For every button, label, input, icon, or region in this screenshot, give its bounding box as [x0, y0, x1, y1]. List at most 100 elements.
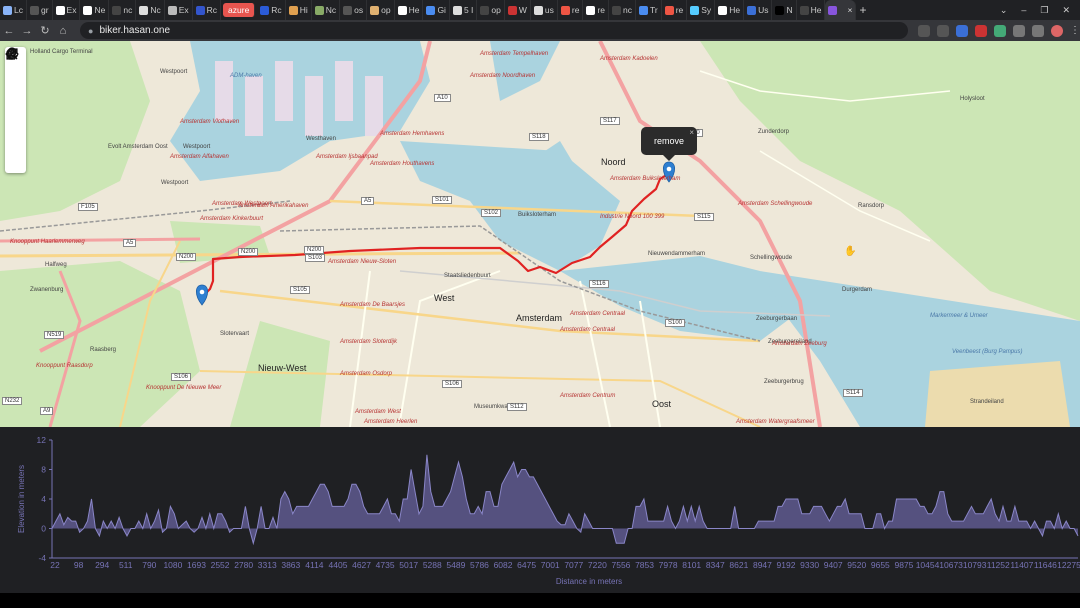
browser-tab[interactable]: os — [340, 0, 368, 20]
browser-tab[interactable]: Rc — [193, 0, 222, 20]
extension-shield-icon[interactable] — [956, 24, 968, 37]
expand-button[interactable] — [5, 48, 26, 131]
browser-tab[interactable]: Sy — [687, 0, 716, 20]
new-tab-button[interactable]: + — [856, 0, 869, 20]
browser-tab[interactable]: op — [477, 0, 505, 20]
tab-favicon-icon — [397, 5, 407, 15]
browser-tab[interactable]: Ne — [80, 0, 110, 20]
browser-tab[interactable]: Us — [744, 0, 773, 20]
popup-close-button[interactable]: × — [689, 128, 694, 137]
x-tick-label: 9520 — [847, 560, 866, 570]
back-icon[interactable]: ← — [0, 25, 18, 37]
browser-tab[interactable]: re — [583, 0, 609, 20]
x-tick-label: 10454 — [916, 560, 940, 570]
chevron-down-icon[interactable]: ⌄ — [1000, 5, 1008, 16]
browser-tab[interactable]: azure — [223, 3, 256, 17]
restore-icon[interactable]: ❐ — [1040, 5, 1048, 16]
road-number-shield: S115 — [694, 213, 714, 221]
profile-avatar[interactable] — [1051, 24, 1063, 37]
site-info-icon[interactable]: ● — [88, 26, 93, 36]
trash-button[interactable] — [5, 48, 26, 152]
map-place-label: Veenbeest (Burg Pampus) — [952, 349, 1023, 355]
extension-ublock-icon[interactable] — [975, 24, 987, 37]
tab-close-icon[interactable]: × — [847, 5, 852, 15]
map-place-label: Raasberg — [90, 347, 117, 353]
tab-title: op — [491, 5, 501, 15]
browser-tab[interactable]: He — [797, 0, 826, 20]
browser-tab[interactable]: He — [715, 0, 745, 20]
x-tick-label: 3313 — [258, 560, 277, 570]
x-tick-label: 6475 — [517, 560, 536, 570]
tab-title: He — [810, 5, 822, 15]
minimize-icon[interactable]: – — [1021, 5, 1026, 16]
browser-tab[interactable]: op — [367, 0, 395, 20]
map-view[interactable]: Holland Cargo Terminal Westpoort ADM-haven… — [0, 41, 1080, 427]
browser-tab[interactable]: Ex — [165, 0, 193, 20]
reload-icon[interactable]: ↻ — [36, 24, 54, 37]
browser-tab[interactable]: nc — [109, 0, 137, 20]
elevation-line — [51, 454, 1079, 546]
tab-title: os — [354, 5, 364, 15]
address-bar[interactable]: ● biker.hasan.one — [80, 22, 908, 39]
road-number-shield: S101 — [432, 196, 453, 204]
map-place-label: Knooppunt Raasdorp — [36, 363, 93, 369]
remove-waypoint-button[interactable]: remove — [654, 136, 684, 146]
tab-title: Ex — [66, 5, 77, 15]
road-number-shield: N200 — [176, 253, 197, 261]
home-icon[interactable]: ⌂ — [54, 25, 72, 37]
browser-tab[interactable]: Gi — [423, 0, 450, 20]
tab-favicon-icon — [452, 5, 462, 15]
browser-tab[interactable]: nc — [609, 0, 636, 20]
side-panel-icon[interactable] — [1032, 24, 1044, 37]
x-tick-label: 22 — [50, 560, 60, 570]
tab-title: op — [381, 5, 391, 15]
browser-tab[interactable]: Rc — [257, 0, 286, 20]
y-tick-label: -4 — [38, 553, 46, 563]
eye-off-button[interactable] — [5, 48, 26, 173]
search-button[interactable] — [5, 48, 26, 110]
browser-tab[interactable]: re — [558, 0, 584, 20]
menu-kebab-icon[interactable]: ⋮ — [1070, 25, 1080, 37]
browser-tab[interactable]: Lc — [0, 0, 27, 20]
browser-tab[interactable]: Hi — [286, 0, 312, 20]
map-place-label: Slotervaart — [220, 331, 250, 337]
extension-green-icon[interactable] — [994, 24, 1006, 37]
road-number-shield: A9 — [40, 407, 54, 415]
y-tick-label: 0 — [41, 524, 46, 534]
browser-tab[interactable]: × — [825, 0, 857, 20]
browser-tab[interactable]: Tr — [636, 0, 662, 20]
x-tick-label: 9330 — [800, 560, 819, 570]
map-place-label: Nieuwendammerham — [648, 251, 706, 257]
road-number-shield: S106 — [442, 380, 463, 388]
share-icon[interactable] — [918, 24, 930, 37]
road-number-shield: S118 — [529, 133, 549, 141]
browser-tab[interactable]: Ex — [53, 0, 81, 20]
browser-tab[interactable]: re — [662, 0, 688, 20]
map-place-label: Amsterdam Buiksloterham — [610, 176, 681, 182]
browser-tab[interactable]: N — [772, 0, 797, 20]
map-place-label: Amsterdam De Baarsjes — [340, 302, 406, 308]
bookmark-star-icon[interactable] — [937, 24, 949, 37]
map-place-label: Nieuw-West — [258, 363, 307, 373]
tab-favicon-icon — [586, 5, 596, 15]
browser-tab[interactable]: us — [531, 0, 558, 20]
browser-tab[interactable]: 5 I — [450, 0, 478, 20]
extensions-puzzle-icon[interactable] — [1013, 24, 1025, 37]
tab-title: Nc — [150, 5, 161, 15]
browser-tab[interactable]: Nc — [312, 0, 341, 20]
forward-icon[interactable]: → — [18, 25, 36, 37]
browser-tab[interactable]: Nc — [136, 0, 165, 20]
x-tick-label: 2780 — [234, 560, 253, 570]
x-tick-label: 5288 — [423, 560, 442, 570]
close-window-icon[interactable]: ✕ — [1062, 5, 1070, 16]
map-place-label: Oost — [652, 399, 672, 409]
road-number-shield: N200 — [304, 246, 325, 254]
y-tick-label: 4 — [41, 494, 46, 504]
browser-tab-strip: Lc gr Ex Ne nc Nc Ex Rc azure Rc Hi Nc os op He Gi 5 Iop… — [0, 0, 1080, 20]
browser-tab[interactable]: gr — [27, 0, 53, 20]
browser-tab[interactable]: W — [505, 0, 531, 20]
harbor-pier — [365, 76, 383, 136]
location-pin-button[interactable] — [5, 47, 26, 89]
x-tick-label: 8621 — [729, 560, 748, 570]
browser-tab[interactable]: He — [395, 0, 424, 20]
